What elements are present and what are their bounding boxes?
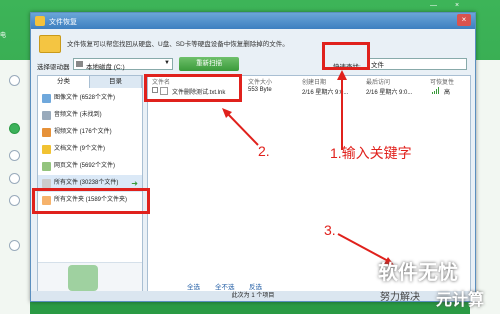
file-created: 2/16 星期六 9:0... (302, 90, 349, 96)
category-item-images[interactable]: 图像文件 (6528个文件) (38, 90, 142, 107)
dialog-titlebar: 文件恢复 × (31, 13, 475, 29)
select-all-link[interactable]: 全选 (187, 281, 200, 291)
gear-icon[interactable] (9, 75, 20, 86)
drive-label: 选择驱动器 (37, 64, 70, 71)
category-label: 网页文件 (5692个文件) (54, 163, 116, 169)
close-icon[interactable]: × (455, 2, 459, 9)
highlight-file-row (144, 74, 242, 102)
watermark-brand: 元计算 (436, 292, 485, 309)
category-item-webpages[interactable]: 网页文件 (5692个文件) (38, 158, 142, 175)
file-recoverability: 高 (444, 90, 451, 96)
watermark-title: 软件无忧 (378, 262, 458, 284)
speedup-icon[interactable] (9, 195, 20, 206)
document-icon (42, 145, 51, 154)
toolbox-icon[interactable] (9, 150, 20, 161)
category-item-documents[interactable]: 文档文件 (9个文件) (38, 141, 142, 158)
background-sidebar (0, 60, 30, 314)
annotation-step3: 3. (324, 222, 336, 238)
category-label: 音频文件 (未找到) (54, 112, 102, 118)
dialog-title: 文件恢复 (49, 19, 77, 26)
annotation-step2: 2. (258, 143, 270, 159)
image-icon (42, 94, 51, 103)
column-header-recoverability[interactable]: 可恢复性 (430, 77, 454, 86)
watermark-slogan: 努力解决 (380, 292, 420, 303)
highlight-search-field (322, 42, 370, 70)
category-item-video[interactable]: 视频文件 (176个文件) (38, 124, 142, 141)
close-button[interactable]: × (457, 14, 471, 26)
file-size: 553 Byte (248, 87, 272, 93)
highlight-all-files (32, 188, 150, 214)
folder-icon (39, 35, 61, 53)
signal-bars-icon (432, 87, 440, 94)
watermark: 软件无忧 努力解决 元计算 (378, 256, 500, 314)
music-icon (42, 111, 51, 120)
file-icon (42, 179, 51, 188)
software-icon[interactable] (9, 240, 20, 251)
tab-directory[interactable]: 目录 (90, 76, 142, 88)
category-panel: 分类 目录 图像文件 (6528个文件) 音频文件 (未找到) 视频文件 (17… (37, 75, 143, 293)
column-header-accessed[interactable]: 最后访问 (366, 77, 390, 86)
annotation-step1: 1.输入关键字 (330, 145, 412, 161)
rescan-button[interactable]: 重新扫描 (179, 57, 239, 71)
file-accessed: 2/16 星期六 9:0... (366, 90, 413, 96)
mascot-area (38, 262, 142, 292)
category-label: 文档文件 (9个文件) (54, 146, 106, 152)
search-input[interactable] (367, 58, 467, 70)
dialog-description: 文件恢复可以帮您找回从硬盘、U盘、SD卡等硬盘设备中恢复删除掉的文件。 (67, 41, 289, 48)
column-header-created[interactable]: 创建日期 (302, 77, 326, 86)
app-logo-icon (35, 16, 45, 26)
category-label: 所有文件 (30238个文件) (54, 180, 119, 186)
webpage-icon (42, 162, 51, 171)
select-none-link[interactable]: 全不选 (215, 281, 235, 291)
category-label: 视频文件 (176个文件) (54, 129, 112, 135)
category-label: 图像文件 (6528个文件) (54, 95, 116, 101)
drive-select-value: 本地磁盘 (C:) (86, 64, 125, 71)
tab-category[interactable]: 分类 (38, 76, 90, 88)
background-app-label: 电 (0, 33, 7, 39)
shield-icon[interactable] (9, 123, 20, 134)
mascot-icon (68, 265, 98, 291)
cleanup-icon[interactable] (9, 173, 20, 184)
drive-select[interactable]: 本地磁盘 (C:) ▼ (73, 58, 173, 71)
chevron-down-icon: ▼ (164, 60, 170, 66)
category-item-audio[interactable]: 音频文件 (未找到) (38, 107, 142, 124)
minimize-icon[interactable]: — (430, 2, 437, 9)
category-tabs: 分类 目录 (38, 76, 142, 88)
disk-icon (76, 61, 83, 67)
invert-selection-link[interactable]: 反选 (249, 281, 262, 291)
video-icon (42, 128, 51, 137)
column-header-size[interactable]: 文件大小 (248, 77, 272, 86)
